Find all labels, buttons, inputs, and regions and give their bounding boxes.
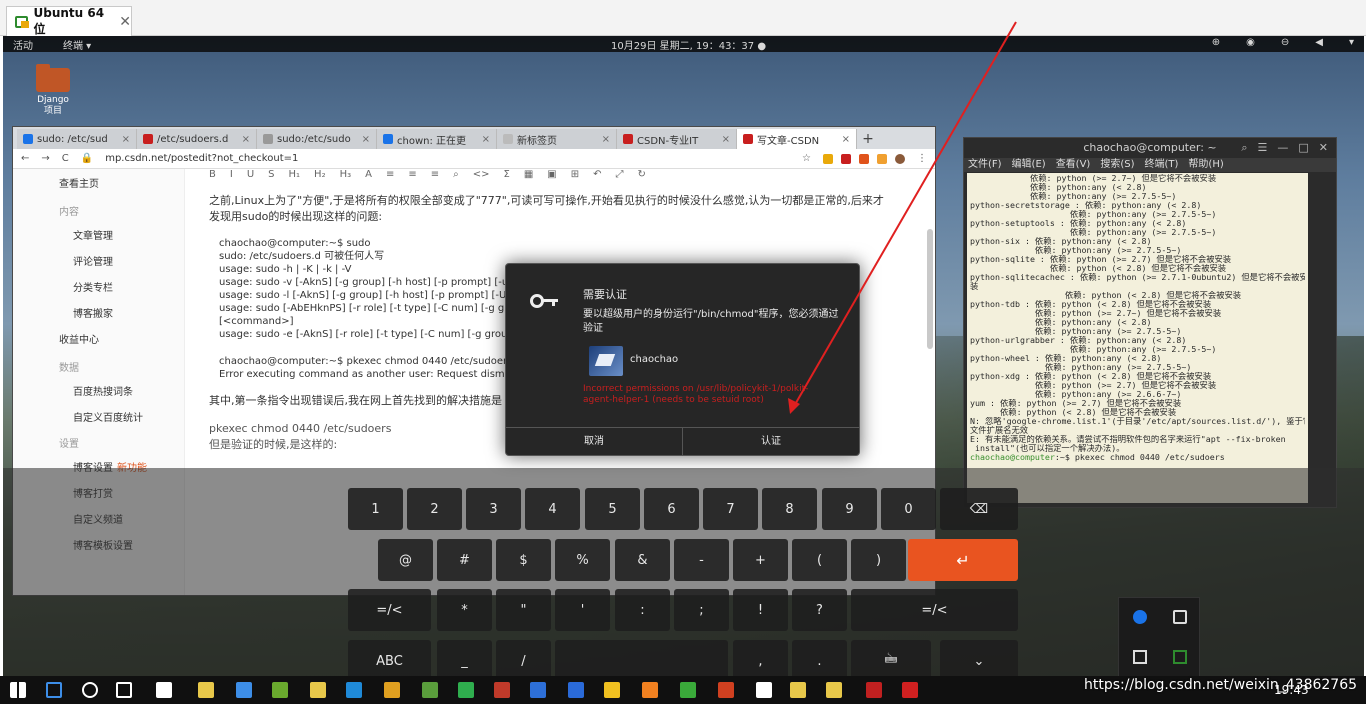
annotation-arrow — [788, 21, 1017, 414]
arrow-line — [792, 21, 1017, 409]
